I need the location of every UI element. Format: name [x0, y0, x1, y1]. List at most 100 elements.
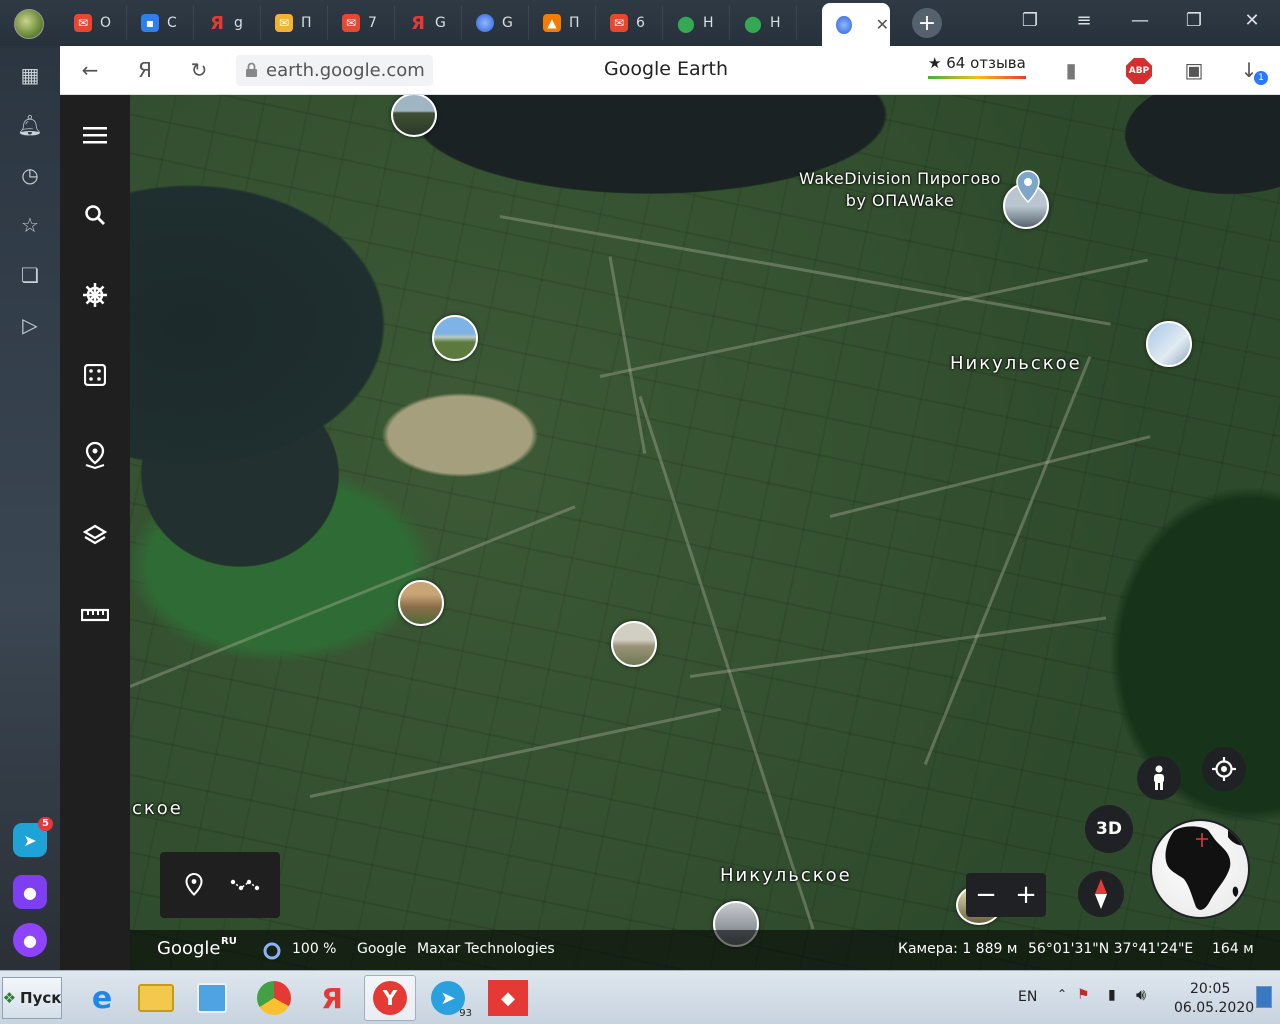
credit-maxar[interactable]: Maxar Technologies: [417, 941, 555, 957]
chrome-icon[interactable]: [248, 975, 300, 1021]
tab-11[interactable]: ⬤ Н: [730, 6, 797, 40]
chat-icon: ▪: [141, 14, 159, 32]
photo-marker[interactable]: [391, 95, 437, 137]
google-earth-icon: [476, 14, 494, 32]
map-style-layers-icon[interactable]: [80, 520, 110, 550]
tab-label: Н: [703, 15, 714, 31]
bell-icon[interactable]: 🔔︎: [16, 111, 44, 139]
flag-alert-icon[interactable]: ⚑: [1077, 987, 1090, 1003]
star-icon[interactable]: ☆: [16, 211, 44, 239]
play-icon[interactable]: ▷: [16, 311, 44, 339]
reviews-rating[interactable]: ★ 64 отзыва: [928, 54, 1026, 79]
google-earth-icon: [836, 15, 852, 34]
url-field[interactable]: earth.google.com: [236, 55, 433, 86]
alice-voice-icon[interactable]: ●: [13, 923, 47, 957]
tab-9[interactable]: ✉ 6: [596, 6, 663, 40]
tray-expand-icon[interactable]: ⌃: [1057, 987, 1067, 1001]
language-indicator[interactable]: EN: [1018, 989, 1037, 1005]
tab-2[interactable]: ▪ С: [127, 6, 194, 40]
tabs-overview-icon[interactable]: ❐: [1016, 10, 1044, 31]
messenger-app-icon[interactable]: ➤ 5: [13, 817, 53, 857]
tab-10[interactable]: ⬤ Н: [663, 6, 730, 40]
telegram-badge: 93: [459, 1008, 472, 1019]
satellite-map[interactable]: WakeDivision Пирогово by ОПАWake Никульс…: [130, 95, 1280, 970]
search-icon[interactable]: [80, 200, 110, 230]
profile-avatar[interactable]: [14, 9, 44, 39]
adblock-icon[interactable]: ABP: [1126, 58, 1152, 84]
network-icon[interactable]: ▮: [1108, 987, 1116, 1003]
apps-grid-icon[interactable]: ▦: [16, 61, 44, 89]
tab-label: g: [234, 15, 243, 31]
history-icon[interactable]: ◷: [16, 161, 44, 189]
tab-5[interactable]: ✉ 7: [328, 6, 395, 40]
new-tab-button[interactable]: +: [912, 8, 942, 38]
feeling-lucky-dice-icon[interactable]: [80, 360, 110, 390]
reload-icon[interactable]: ↻: [186, 58, 212, 82]
internet-explorer-icon[interactable]: e: [76, 975, 128, 1021]
photo-marker[interactable]: [398, 580, 444, 626]
photo-marker[interactable]: [611, 621, 657, 667]
restore-icon[interactable]: ❐: [1180, 10, 1208, 31]
yandex-browser-icon[interactable]: Я: [306, 975, 358, 1021]
street-view-pegman-icon[interactable]: [1137, 756, 1181, 800]
tab-8[interactable]: ▲ П: [529, 6, 596, 40]
bookmark-icon[interactable]: ▮: [1058, 58, 1084, 82]
show-desktop-button[interactable]: [1256, 986, 1272, 1008]
back-icon[interactable]: ←: [77, 58, 103, 82]
media-player-icon[interactable]: [186, 975, 238, 1021]
photo-marker[interactable]: [432, 315, 478, 361]
credit-google[interactable]: Google: [357, 941, 406, 957]
tab-6[interactable]: Я G: [395, 6, 462, 40]
tab-label: 6: [636, 15, 645, 31]
close-window-icon[interactable]: ✕: [1238, 10, 1266, 31]
minimize-icon[interactable]: —: [1126, 10, 1154, 31]
tab-1[interactable]: ✉ О: [60, 6, 127, 40]
tab-label: 7: [368, 15, 377, 31]
projects-pin-icon[interactable]: [80, 440, 110, 470]
photo-marker[interactable]: [1146, 321, 1192, 367]
place-pin-icon[interactable]: [1015, 170, 1041, 204]
tab-google-earth-active[interactable]: ✕: [822, 3, 890, 46]
telegram-icon[interactable]: ➤ 93: [422, 975, 474, 1021]
yandex-browser-active-icon[interactable]: Y: [364, 975, 416, 1021]
my-location-icon[interactable]: [1202, 747, 1246, 791]
map-road: [923, 355, 1092, 766]
tab-label: G: [435, 15, 446, 31]
extension-icon[interactable]: ▣: [1181, 58, 1207, 82]
zoom-in-button[interactable]: +: [1015, 880, 1037, 910]
yandex-home-icon[interactable]: Я: [132, 58, 158, 82]
map-road: [829, 435, 1151, 518]
clock-time[interactable]: 20:05: [1190, 981, 1230, 997]
compass-icon[interactable]: [1078, 871, 1124, 917]
start-button[interactable]: ❖ Пуск: [2, 977, 62, 1019]
file-explorer-icon[interactable]: [130, 975, 182, 1021]
globe-navigator[interactable]: [1150, 819, 1250, 919]
add-placemark-icon[interactable]: [184, 872, 204, 898]
close-tab-icon[interactable]: ✕: [876, 15, 889, 34]
tab-3[interactable]: Я g: [194, 6, 261, 40]
notification-badge: 5: [38, 817, 53, 831]
toggle-3d-button[interactable]: 3D: [1085, 805, 1133, 853]
volume-icon[interactable]: 🔊︎: [1136, 985, 1146, 1005]
mail-icon: ✉: [275, 14, 293, 32]
tab-4[interactable]: ✉ П: [261, 6, 328, 40]
tab-7[interactable]: G: [462, 6, 529, 40]
start-label: Пуск: [20, 989, 62, 1007]
measure-ruler-icon[interactable]: [80, 600, 110, 630]
tab-label: О: [100, 15, 112, 31]
place-label-nikulskoe: Никульское: [950, 353, 1082, 374]
zoom-out-button[interactable]: −: [975, 880, 997, 910]
fire-icon: ▲: [543, 14, 561, 32]
menu-icon[interactable]: ≡: [1070, 10, 1098, 31]
hamburger-menu-icon[interactable]: [80, 120, 110, 150]
alice-app-icon[interactable]: ●: [13, 875, 47, 909]
collections-icon[interactable]: ❏: [16, 261, 44, 289]
tab-label: Н: [770, 15, 781, 31]
place-label-wakedivision[interactable]: WakeDivision Пирогово by ОПАWake: [794, 168, 1006, 212]
voyager-wheel-icon[interactable]: [80, 280, 110, 310]
anydesk-icon[interactable]: ◆: [482, 975, 534, 1021]
clock-date[interactable]: 06.05.2020: [1174, 1000, 1254, 1016]
draw-path-icon[interactable]: [230, 878, 260, 892]
yandex-icon: Я: [411, 12, 425, 34]
browser-tab-strip: ✉ О ▪ С Я g ✉ П ✉ 7 Я G G ▲ П ✉ 6 ⬤ Н ⬤ …: [0, 0, 1280, 46]
